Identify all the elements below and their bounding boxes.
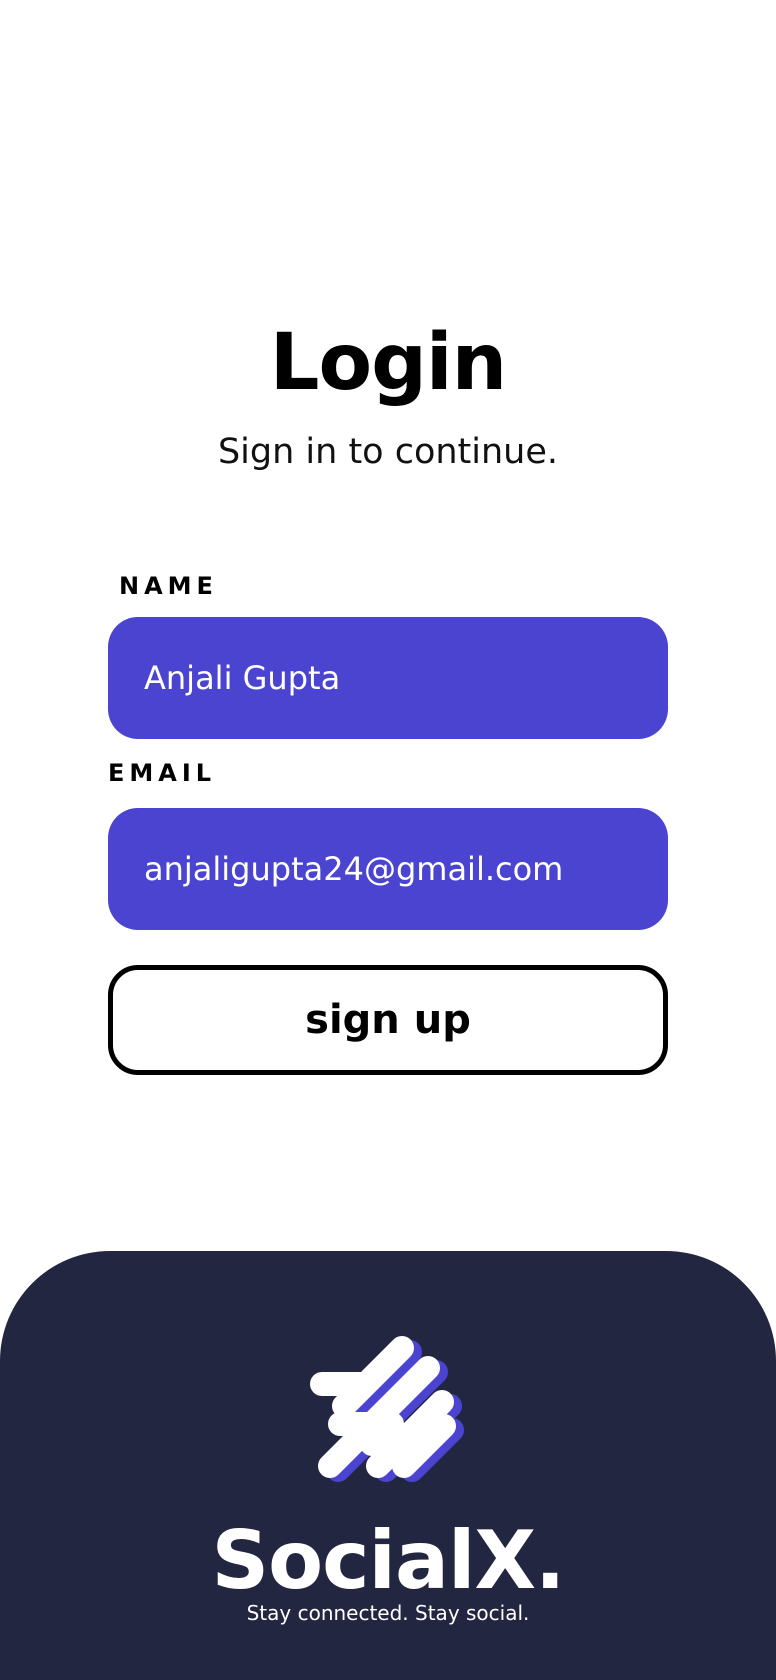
name-input-value: Anjali Gupta (144, 659, 341, 697)
brand-name: SocialX. (211, 1514, 566, 1607)
name-input[interactable]: Anjali Gupta (108, 617, 668, 739)
name-label: NAME (119, 572, 218, 600)
brand-tagline: Stay connected. Stay social. (246, 1601, 530, 1625)
sign-up-button[interactable]: sign up (108, 965, 668, 1075)
email-label: EMAIL (108, 759, 217, 787)
login-screen: Login Sign in to continue. NAME Anjali G… (0, 0, 776, 1680)
page-title: Login (269, 318, 507, 408)
email-input[interactable]: anjaligupta24@gmail.com (108, 808, 668, 930)
email-input-value: anjaligupta24@gmail.com (144, 850, 564, 888)
page-subtitle: Sign in to continue. (217, 432, 559, 472)
socialx-logo-icon (310, 1336, 464, 1482)
sign-up-button-label: sign up (305, 997, 471, 1043)
